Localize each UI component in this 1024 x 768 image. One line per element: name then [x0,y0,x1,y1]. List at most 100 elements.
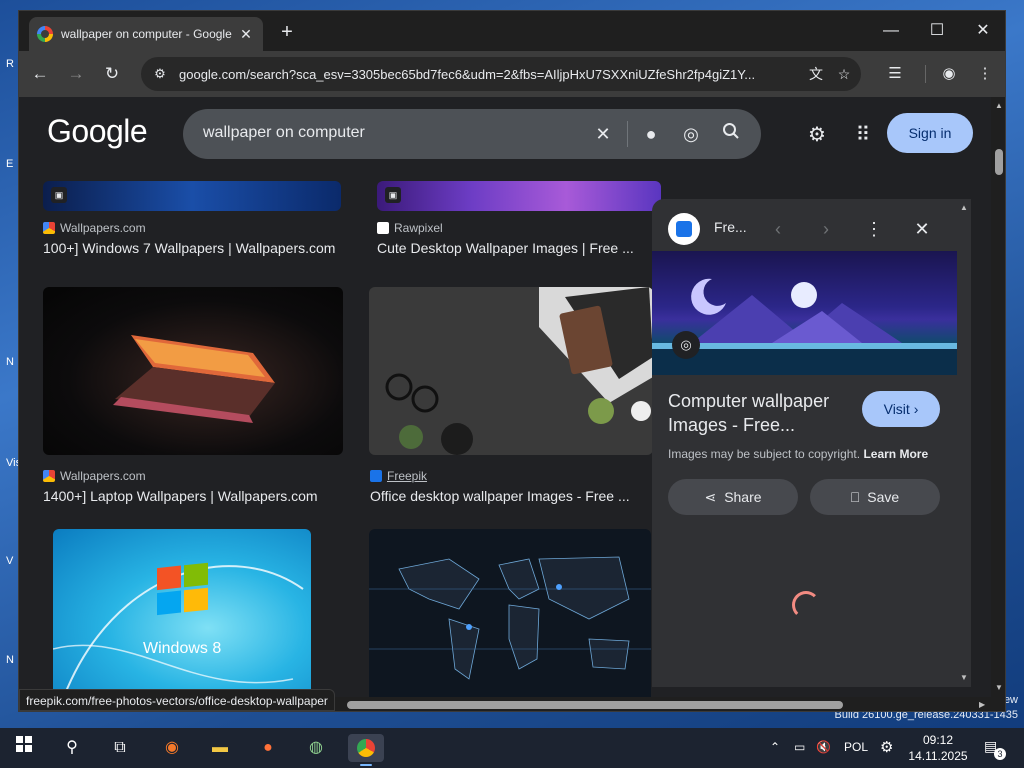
tab-close-icon[interactable]: ✕ [237,26,255,43]
windows8-logo-text: Windows 8 [143,640,221,657]
browser-toolbar: ← → ↻ ⚙ google.com/search?sca_esv=3305be… [19,51,1005,97]
volume-muted-icon[interactable]: 🔇 [816,740,831,754]
previous-image-icon[interactable]: ‹ [764,215,792,243]
learn-more-link[interactable]: Learn More [863,447,928,461]
scroll-up-arrow-icon[interactable]: ▲ [995,101,1003,110]
share-button[interactable]: ⋖ Share [668,479,798,515]
scrollbar-thumb[interactable] [995,149,1003,175]
desktop-icon-label: R [6,58,14,70]
page-vertical-scrollbar[interactable]: ▲ ▼ [991,97,1005,697]
result-thumbnail-windows8[interactable]: Windows 8 [53,529,311,697]
result-title[interactable]: Cute Desktop Wallpaper Images | Free ... [377,240,634,256]
panel-scrollbar[interactable]: ▲ ▼ [957,199,971,687]
chrome-taskbar-icon[interactable] [348,734,384,766]
save-button[interactable]: ⎕ Save [810,479,940,515]
result-thumbnail[interactable]: ▣ [43,181,341,211]
maximize-button[interactable]: ☐ [921,19,953,43]
scroll-right-arrow-icon[interactable]: ▶ [979,700,985,709]
result-source[interactable]: Rawpixel [377,221,443,235]
search-divider [627,121,628,147]
share-icon: ⋖ [704,488,717,505]
visit-label: Visit [883,401,910,417]
file-explorer-icon[interactable]: ▬ [202,734,238,762]
result-title[interactable]: Office desktop wallpaper Images - Free .… [370,488,630,504]
site-info-icon[interactable]: ⚙ [149,63,171,85]
settings-gear-icon[interactable]: ⚙ [880,738,893,756]
browser-menu-icon[interactable]: ⋮ [973,62,997,86]
image-preview-panel: Fre... ‹ › ⋮ ✕ ◎ Computer wallpaper Imag… [652,199,957,687]
back-button[interactable]: ← [27,61,53,87]
chevron-right-icon: › [913,401,919,417]
result-thumbnail-laptop[interactable] [43,287,343,455]
panel-close-icon[interactable]: ✕ [908,215,936,243]
reading-list-icon[interactable]: ☰ [883,62,907,86]
scroll-down-arrow-icon[interactable]: ▼ [960,673,968,682]
copyright-text: Images may be subject to copyright. [668,447,861,461]
next-image-icon[interactable]: › [812,215,840,243]
address-url[interactable]: google.com/search?sca_esv=3305bec65bd7fe… [179,67,799,82]
result-source[interactable]: Wallpapers.com [43,469,146,483]
source-name: Rawpixel [394,221,443,235]
input-language[interactable]: POL [844,740,868,754]
source-name: Wallpapers.com [60,221,146,235]
start-button-icon[interactable] [6,734,42,762]
share-label: Share [724,489,762,505]
tab-active[interactable]: wallpaper on computer - Google ✕ [29,17,263,51]
sign-in-button[interactable]: Sign in [887,113,973,153]
voice-search-icon[interactable]: ● [639,122,663,146]
settings-gear-icon[interactable]: ⚙ [803,121,831,149]
scrollbar-thumb[interactable] [347,701,843,709]
desktop-edge-text: ew [1003,694,1018,706]
source-favicon-icon [43,222,55,234]
freepik-logo-icon[interactable] [668,213,700,245]
panel-more-icon[interactable]: ⋮ [860,215,888,243]
panel-site-name[interactable]: Fre... [714,219,747,235]
google-apps-icon[interactable]: ⠿ [849,121,877,149]
search-icon[interactable] [719,122,743,146]
visit-button[interactable]: Visit › [862,391,940,427]
bookmark-star-icon[interactable]: ☆ [833,63,855,85]
search-box[interactable]: wallpaper on computer ✕ ● ◎ [183,109,761,159]
result-thumbnail-office-desk[interactable] [369,287,653,455]
source-favicon-icon [43,470,55,482]
app-icon[interactable]: ◍ [298,734,334,762]
search-taskbar-icon[interactable]: ⚲ [54,734,90,762]
lens-search-icon[interactable]: ◎ [679,122,703,146]
result-title[interactable]: 1400+] Laptop Wallpapers | Wallpapers.co… [43,488,318,504]
scroll-up-arrow-icon[interactable]: ▲ [960,203,968,212]
source-name: Wallpapers.com [60,469,146,483]
clock-time: 09:12 [922,733,954,747]
save-label: Save [867,489,900,505]
result-source[interactable]: Freepik [370,469,427,483]
clear-search-icon[interactable]: ✕ [591,122,615,146]
result-thumbnail[interactable]: ▣ [377,181,661,211]
minimize-button[interactable]: — [875,19,907,43]
task-view-icon[interactable]: ⧉ [102,734,138,762]
forward-button[interactable]: → [63,61,89,87]
system-clock[interactable]: 09:12 14.11.2025 [906,732,970,764]
result-source[interactable]: Wallpapers.com [43,221,146,235]
blender-app-icon[interactable]: ◉ [154,734,190,762]
firefox-icon[interactable]: ● [250,734,286,762]
google-logo[interactable]: Google [47,113,148,150]
panel-preview-image[interactable]: ◎ [652,251,957,375]
source-name: Freepik [387,469,428,483]
network-icon[interactable]: ▭ [794,740,805,754]
profile-icon[interactable]: ◉ [937,62,961,86]
close-window-button[interactable]: ✕ [967,19,999,43]
clock-date: 14.11.2025 [908,749,968,763]
desktop-icon-label: N [6,654,14,666]
lens-icon[interactable]: ◎ [672,331,700,359]
tray-overflow-chevron-icon[interactable]: ⌃ [770,740,780,754]
result-title[interactable]: 100+] Windows 7 Wallpapers | Wallpapers.… [43,240,335,256]
result-thumbnail-world-map[interactable] [369,529,651,697]
reload-button[interactable]: ↻ [99,61,125,87]
source-favicon-icon [370,470,382,482]
new-tab-button[interactable]: + [273,19,301,47]
scroll-down-arrow-icon[interactable]: ▼ [995,683,1003,692]
toolbar-divider [925,65,926,83]
translate-icon[interactable]: 文 [805,63,827,85]
search-input[interactable]: wallpaper on computer [203,124,365,142]
panel-title[interactable]: Computer wallpaper Images - Free... [668,389,858,437]
address-bar[interactable]: ⚙ google.com/search?sca_esv=3305bec65bd7… [141,57,861,91]
